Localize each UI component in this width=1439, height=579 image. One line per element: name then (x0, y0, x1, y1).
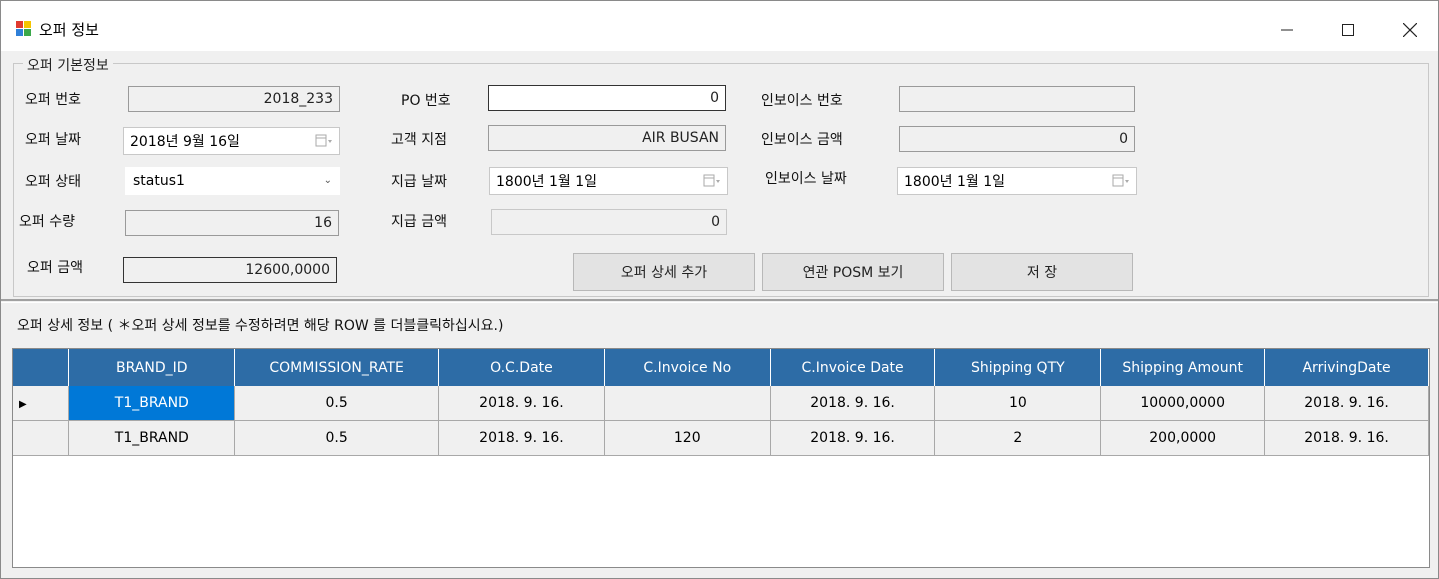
column-header[interactable]: Shipping Amount (1100, 349, 1266, 386)
invoice-date-picker[interactable]: 1800년 1월 1일 (897, 167, 1137, 195)
column-header[interactable]: COMMISSION_RATE (234, 349, 440, 386)
add-offer-detail-button[interactable]: 오퍼 상세 추가 (573, 253, 755, 291)
column-header[interactable]: BRAND_ID (68, 349, 236, 386)
maximize-button[interactable] (1325, 13, 1371, 47)
offer-amount-label: 오퍼 금액 (27, 260, 83, 276)
table-cell[interactable]: 10 (934, 386, 1102, 421)
customer-field[interactable]: AIR BUSAN (488, 125, 726, 151)
group-legend: 오퍼 기본정보 (23, 55, 113, 75)
current-row-arrow-icon: ▶ (19, 399, 27, 410)
offer-date-value: 2018년 9월 16일 (130, 134, 240, 150)
invoice-date-label: 인보이스 날짜 (765, 171, 847, 187)
offer-qty-label: 오퍼 수량 (19, 214, 75, 230)
pay-date-label: 지급 날짜 (391, 174, 447, 190)
po-no-label: PO 번호 (401, 93, 451, 109)
column-header[interactable]: C.Invoice No (604, 349, 771, 386)
table-cell[interactable]: 2018. 9. 16. (1264, 420, 1429, 456)
title-bar: 오퍼 정보 (1, 1, 1438, 51)
view-posm-button[interactable]: 연관 POSM 보기 (762, 253, 944, 291)
column-header[interactable]: C.Invoice Date (770, 349, 936, 386)
table-cell[interactable]: 2018. 9. 16. (438, 386, 605, 421)
offer-qty-field[interactable]: 16 (125, 210, 339, 236)
column-header[interactable]: O.C.Date (438, 349, 605, 386)
save-button[interactable]: 저 장 (951, 253, 1133, 291)
table-cell[interactable]: T1_BRAND (68, 386, 236, 421)
grid-corner-header[interactable] (13, 349, 70, 386)
offer-detail-grid[interactable]: BRAND_ID COMMISSION_RATE O.C.Date C.Invo… (12, 348, 1430, 568)
row-header[interactable]: ▶ (13, 386, 70, 421)
table-cell[interactable]: 2018. 9. 16. (770, 386, 936, 421)
offer-status-label: 오퍼 상태 (25, 174, 81, 190)
row-header[interactable] (13, 420, 70, 456)
table-cell[interactable]: 2018. 9. 16. (438, 420, 605, 456)
table-cell[interactable]: 10000,0000 (1100, 386, 1266, 421)
invoice-date-value: 1800년 1월 1일 (904, 174, 1005, 190)
offer-status-select[interactable]: status1 ⌄ (125, 167, 340, 195)
section-divider-highlight (1, 302, 1438, 303)
invoice-amount-field[interactable]: 0 (899, 126, 1135, 152)
table-cell[interactable]: 2 (934, 420, 1102, 456)
table-cell[interactable]: 2018. 9. 16. (1264, 386, 1429, 421)
window-title: 오퍼 정보 (39, 21, 99, 39)
customer-label: 고객 지점 (391, 132, 447, 148)
offer-no-label: 오퍼 번호 (25, 92, 81, 108)
close-icon (1403, 23, 1417, 37)
section-divider (1, 299, 1438, 301)
table-cell[interactable] (604, 386, 771, 421)
offer-status-value: status1 (133, 173, 185, 189)
po-no-field[interactable]: 0 (488, 85, 726, 111)
table-cell[interactable]: 0.5 (234, 420, 440, 456)
offer-detail-label: 오퍼 상세 정보 ( ＊오퍼 상세 정보를 수정하려면 해당 ROW 를 더블클… (17, 318, 504, 334)
table-cell[interactable]: 120 (604, 420, 771, 456)
maximize-icon (1342, 24, 1354, 36)
pay-amount-label: 지급 금액 (391, 214, 447, 230)
calendar-dropdown-icon[interactable] (1112, 173, 1130, 189)
offer-info-window: 오퍼 정보 오퍼 기본정보 오퍼 번호 2018_233 오퍼 날짜 2018년… (0, 0, 1439, 579)
pay-date-value: 1800년 1월 1일 (496, 174, 597, 190)
calendar-dropdown-icon[interactable] (315, 133, 333, 149)
offer-date-picker[interactable]: 2018년 9월 16일 (123, 127, 340, 155)
table-row[interactable]: T1_BRAND 0.5 2018. 9. 16. 120 2018. 9. 1… (13, 420, 1429, 456)
minimize-button[interactable] (1264, 13, 1310, 47)
invoice-no-label: 인보이스 번호 (761, 93, 843, 109)
table-row[interactable]: ▶ T1_BRAND 0.5 2018. 9. 16. 2018. 9. 16.… (13, 386, 1429, 421)
grid-header-row: BRAND_ID COMMISSION_RATE O.C.Date C.Invo… (13, 349, 1429, 386)
column-header[interactable]: ArrivingDate (1264, 349, 1429, 386)
app-icon (16, 21, 31, 36)
table-cell[interactable]: T1_BRAND (68, 420, 236, 456)
column-header[interactable]: Shipping QTY (934, 349, 1102, 386)
pay-amount-field[interactable]: 0 (491, 209, 727, 235)
pay-date-picker[interactable]: 1800년 1월 1일 (489, 167, 728, 195)
table-cell[interactable]: 200,0000 (1100, 420, 1266, 456)
close-button[interactable] (1387, 13, 1433, 47)
minimize-icon (1281, 29, 1293, 31)
offer-amount-field[interactable]: 12600,0000 (123, 257, 337, 283)
table-cell[interactable]: 0.5 (234, 386, 440, 421)
calendar-dropdown-icon[interactable] (703, 173, 721, 189)
chevron-down-icon: ⌄ (323, 175, 332, 186)
table-cell[interactable]: 2018. 9. 16. (770, 420, 936, 456)
offer-date-label: 오퍼 날짜 (25, 132, 81, 148)
invoice-amount-label: 인보이스 금액 (761, 132, 843, 148)
invoice-no-field[interactable] (899, 86, 1135, 112)
offer-no-field[interactable]: 2018_233 (128, 86, 340, 112)
